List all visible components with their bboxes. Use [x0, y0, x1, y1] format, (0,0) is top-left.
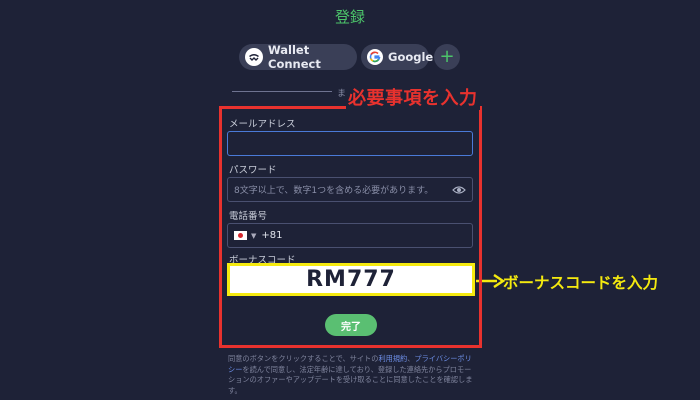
- divider-line-left: [232, 91, 332, 92]
- bonus-code-field[interactable]: RM777: [227, 263, 475, 296]
- eye-icon[interactable]: [452, 184, 466, 196]
- divider-text: ま: [337, 89, 347, 99]
- chevron-down-icon[interactable]: ▼: [251, 232, 256, 240]
- wallet-connect-button[interactable]: Wallet Connect: [239, 43, 357, 71]
- bonus-annotation-label: ボーナスコードを入力: [503, 274, 659, 292]
- password-label: パスワード: [229, 165, 277, 176]
- required-annotation-label: 必要事項を入力: [346, 84, 480, 110]
- arrow-right-icon: [476, 274, 505, 288]
- terms-text-part2: を読んで同意し、法定年齢に達しており、登録した連絡先からプロモーションのオファー…: [228, 364, 473, 395]
- terms-text: 同意のボタンをクリックすることで、サイトの利用規約、プライバシーポリシーを読んで…: [228, 354, 474, 396]
- bonus-code-value: RM777: [306, 267, 396, 292]
- phone-label: 電話番号: [229, 211, 268, 222]
- email-field[interactable]: [227, 131, 473, 156]
- country-code: +81: [261, 230, 283, 241]
- japan-flag-icon[interactable]: [234, 231, 247, 240]
- terms-text-part1: 同意のボタンをクリックすることで、サイトの: [228, 354, 379, 363]
- password-placeholder: 8文字以上で、数字1つを含める必要があります。: [234, 186, 434, 196]
- more-login-options-button[interactable]: +: [434, 44, 460, 70]
- submit-button[interactable]: 完了: [325, 314, 377, 336]
- phone-field[interactable]: ▼ +81: [227, 223, 473, 248]
- google-icon: [367, 48, 383, 66]
- terms-link[interactable]: 利用規約: [378, 354, 407, 363]
- email-label: メールアドレス: [229, 119, 296, 130]
- google-label: Google: [388, 50, 434, 64]
- page-title: 登録: [334, 8, 365, 26]
- password-field[interactable]: 8文字以上で、数字1つを含める必要があります。: [227, 177, 473, 202]
- registration-screen: 登録 Wallet Connect Google + ま メールアドレス パスワ…: [0, 0, 700, 400]
- wallet-connect-icon: [245, 48, 263, 66]
- social-login-row: Wallet Connect Google +: [239, 43, 460, 71]
- wallet-connect-label: Wallet Connect: [268, 43, 321, 71]
- google-button[interactable]: Google: [361, 44, 433, 70]
